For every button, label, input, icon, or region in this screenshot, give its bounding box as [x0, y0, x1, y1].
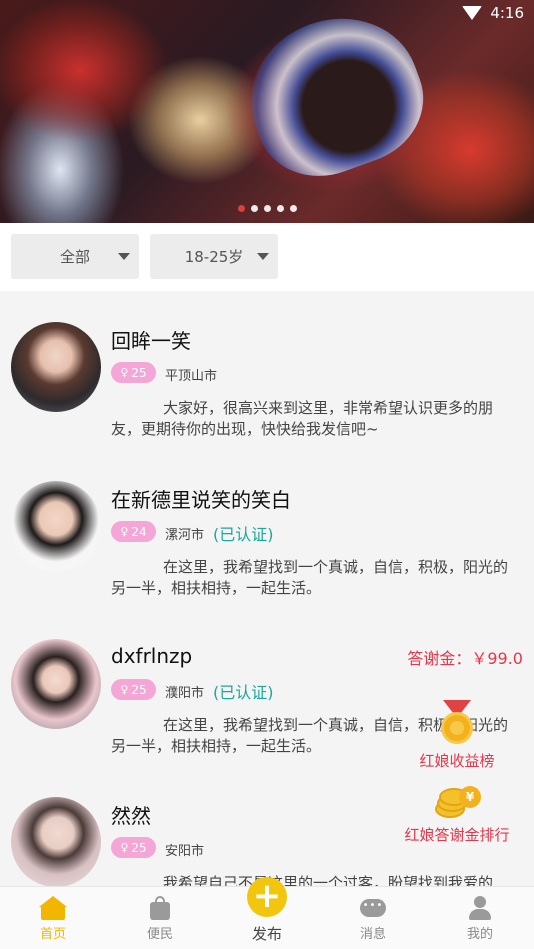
profile-city: 濮阳市 — [165, 686, 205, 701]
age-badge: ♀ 25 — [111, 362, 156, 383]
message-icon: ••• — [360, 896, 386, 920]
age-value: 24 — [131, 524, 147, 539]
tab-home[interactable]: 首页 — [0, 887, 106, 949]
age-badge: ♀ 25 — [111, 837, 156, 858]
age-value: 25 — [131, 682, 147, 697]
home-icon — [39, 896, 67, 920]
carousel-dots — [238, 205, 297, 212]
caret-down-icon — [118, 253, 130, 260]
tab-convenience[interactable]: 便民 — [107, 887, 213, 949]
carousel-dot[interactable] — [238, 205, 245, 212]
profile-intro: 在这里，我希望找到一个真诚，自信，积极，阳光的另一半，相扶相持，一起生活。 — [111, 558, 509, 597]
category-filter-label: 全部 — [59, 248, 90, 266]
tab-mine-label: 我的 — [466, 927, 493, 942]
profile-card[interactable]: 在新德里说笑的笑白 ♀ 24 漯河市 (已认证) 在这里，我希望找到一个真诚，自… — [0, 481, 534, 631]
age-filter-label: 18-25岁 — [184, 248, 244, 266]
avatar[interactable] — [11, 797, 101, 887]
status-time: 4:16 — [490, 4, 524, 22]
profile-intro: 大家好，很高兴来到这里，非常希望认识更多的朋友，更期待你的出现，快快给我发信吧~ — [111, 399, 494, 438]
profile-city: 安阳市 — [165, 844, 205, 859]
age-badge: ♀ 25 — [111, 679, 156, 700]
profile-city: 漯河市 — [165, 528, 205, 543]
income-rank-button[interactable]: 红娘收益榜 — [414, 700, 500, 771]
thanks-rank-button[interactable]: ¥ 红娘答谢金排行 — [398, 786, 516, 845]
profile-card[interactable]: 回眸一笑 ♀ 25 平顶山市 大家好，很高兴来到这里，非常希望认识更多的朋友，更… — [0, 322, 534, 472]
tab-publish-label: 发布 — [251, 925, 282, 943]
tab-mine[interactable]: 我的 — [427, 887, 533, 949]
tab-messages-label: 消息 — [359, 927, 386, 942]
tab-messages[interactable]: ••• 消息 — [320, 887, 426, 949]
carousel-dot[interactable] — [264, 205, 271, 212]
reward-amount: 答谢金：￥99.0 — [407, 649, 523, 668]
status-bar: 4:16 — [462, 4, 524, 22]
caret-down-icon — [257, 253, 269, 260]
avatar[interactable] — [11, 322, 101, 412]
publish-button[interactable]: + — [247, 877, 287, 917]
avatar[interactable] — [11, 481, 101, 571]
category-filter[interactable]: 全部 — [11, 234, 139, 279]
profile-name: 在新德里说笑的笑白 — [111, 488, 291, 512]
age-value: 25 — [131, 840, 147, 855]
profile-city: 平顶山市 — [165, 369, 218, 384]
carousel-dot[interactable] — [277, 205, 284, 212]
avatar[interactable] — [11, 639, 101, 729]
female-icon: ♀ — [120, 683, 129, 696]
profile-name: dxfrlnzp — [111, 644, 193, 668]
age-value: 25 — [131, 365, 147, 380]
profile-name: 回眸一笑 — [111, 329, 191, 353]
filter-bar: 全部 18-25岁 — [0, 223, 534, 291]
profile-name: 然然 — [111, 804, 151, 828]
verified-tag: (已认证) — [213, 683, 274, 702]
user-icon — [467, 896, 493, 920]
medal-icon — [439, 700, 475, 746]
banner-image — [229, 0, 441, 195]
wifi-icon — [462, 6, 483, 20]
coins-icon: ¥ — [433, 786, 481, 820]
carousel-dot[interactable] — [251, 205, 258, 212]
thanks-rank-label: 红娘答谢金排行 — [404, 826, 510, 844]
female-icon: ♀ — [120, 841, 129, 854]
tab-convenience-label: 便民 — [146, 927, 173, 942]
female-icon: ♀ — [120, 366, 129, 379]
profile-intro: 我希望自己不是这里的一个过客，盼望找到我爱的 — [163, 874, 494, 887]
age-filter[interactable]: 18-25岁 — [150, 234, 278, 279]
bag-icon — [147, 896, 173, 920]
tab-home-label: 首页 — [39, 927, 66, 942]
banner-carousel[interactable]: 4:16 — [0, 0, 534, 223]
female-icon: ♀ — [120, 525, 129, 538]
verified-tag: (已认证) — [213, 525, 274, 544]
income-rank-label: 红娘收益榜 — [419, 752, 495, 770]
plus-icon: + — [252, 876, 282, 916]
age-badge: ♀ 24 — [111, 521, 156, 542]
carousel-dot[interactable] — [290, 205, 297, 212]
